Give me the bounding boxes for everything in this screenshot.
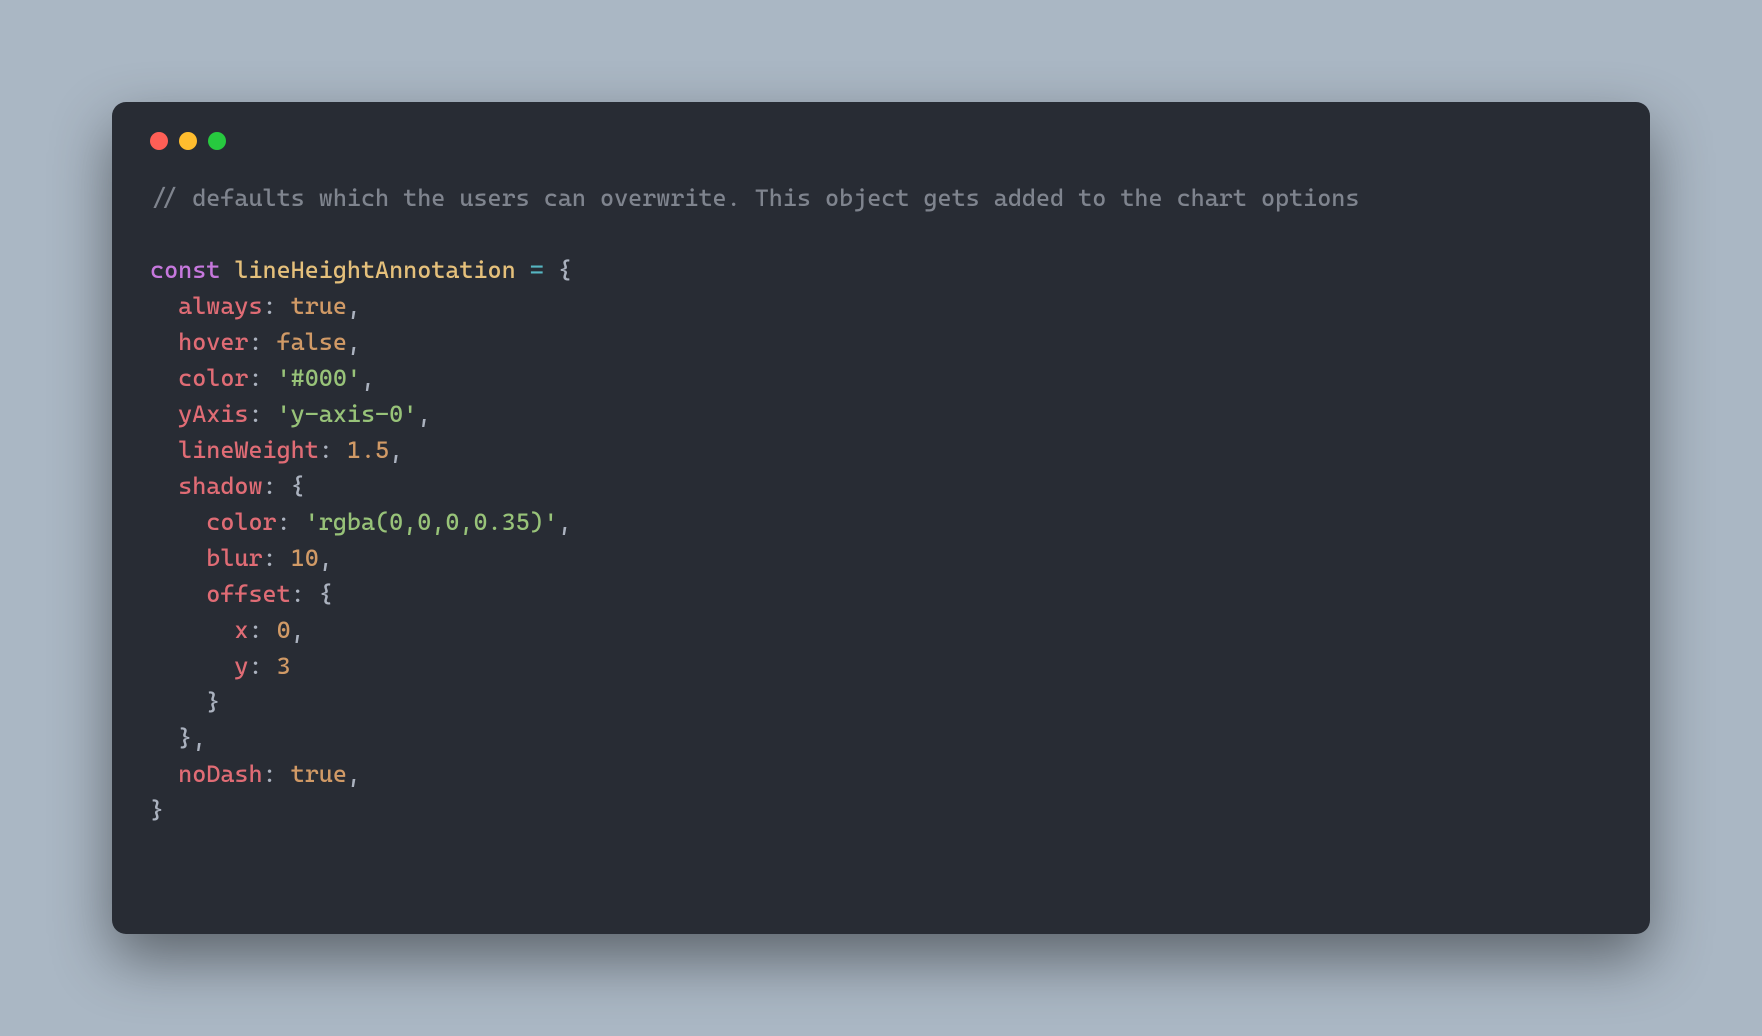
brace-close-shadow: } xyxy=(178,724,192,752)
prop-nodash: noDash xyxy=(178,760,262,788)
prop-x: x xyxy=(234,616,248,644)
prop-hover: hover xyxy=(178,328,248,356)
val-10: 10 xyxy=(291,544,319,572)
prop-yaxis: yAxis xyxy=(178,400,248,428)
prop-always: always xyxy=(178,292,262,320)
code-comment: // defaults which the users can overwrit… xyxy=(150,184,1359,212)
maximize-icon[interactable] xyxy=(208,132,226,150)
val-true: true xyxy=(291,292,347,320)
val-rgba: 'rgba(0,0,0,0.35)' xyxy=(305,508,558,536)
prop-lineweight: lineWeight xyxy=(178,436,319,464)
keyword-const: const xyxy=(150,256,220,284)
prop-blur: blur xyxy=(206,544,262,572)
minimize-icon[interactable] xyxy=(179,132,197,150)
prop-color: color xyxy=(178,364,248,392)
prop-shadow-color: color xyxy=(206,508,276,536)
brace-open-offset: { xyxy=(319,580,333,608)
brace-open-shadow: { xyxy=(291,472,305,500)
variable-name: lineHeightAnnotation xyxy=(234,256,515,284)
operator-eq: = xyxy=(516,256,558,284)
brace-close: } xyxy=(150,796,164,824)
brace-close-offset: } xyxy=(206,688,220,716)
val-hash000: '#000' xyxy=(277,364,361,392)
val-0: 0 xyxy=(277,616,291,644)
prop-y: y xyxy=(234,652,248,680)
code-block: // defaults which the users can overwrit… xyxy=(150,180,1612,828)
prop-shadow: shadow xyxy=(178,472,262,500)
prop-offset: offset xyxy=(206,580,290,608)
window-titlebar xyxy=(150,132,1612,150)
val-1-5: 1.5 xyxy=(347,436,389,464)
val-yaxis0: 'y-axis-0' xyxy=(277,400,418,428)
brace-open: { xyxy=(558,256,572,284)
close-icon[interactable] xyxy=(150,132,168,150)
val-false: false xyxy=(277,328,347,356)
val-3: 3 xyxy=(277,652,291,680)
val-true-nodash: true xyxy=(291,760,347,788)
code-window: // defaults which the users can overwrit… xyxy=(112,102,1650,934)
